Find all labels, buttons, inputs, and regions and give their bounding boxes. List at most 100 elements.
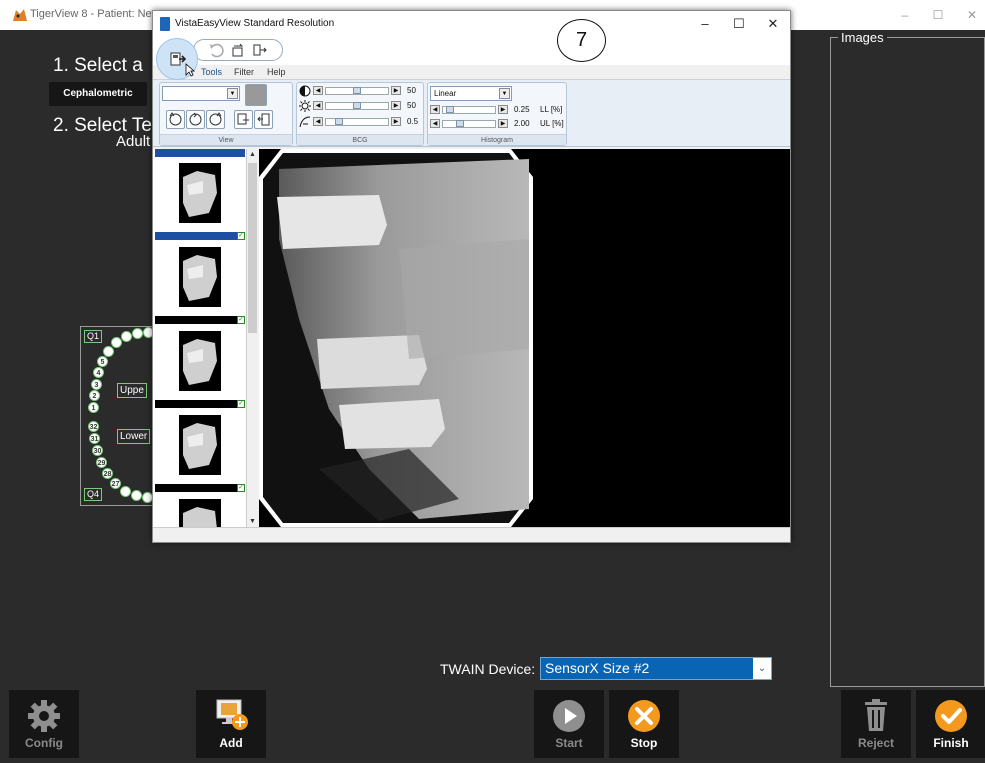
thumbnail-item[interactable] bbox=[155, 493, 245, 527]
contrast-slider[interactable]: ◀ ▶ bbox=[313, 86, 403, 96]
rotate-left-button[interactable] bbox=[166, 110, 185, 129]
tooth[interactable] bbox=[120, 486, 131, 497]
tooth[interactable]: 28 bbox=[102, 468, 113, 479]
twain-device-value: SensorX Size #2 bbox=[545, 660, 650, 676]
tooth[interactable]: 29 bbox=[96, 457, 107, 468]
tooth[interactable]: 30 bbox=[92, 445, 103, 456]
flip-vertical-button[interactable] bbox=[254, 110, 273, 129]
scroll-up-icon[interactable]: ▲ bbox=[247, 149, 258, 160]
reject-button[interactable]: Reject bbox=[841, 690, 911, 758]
thumbnail-image bbox=[179, 247, 221, 307]
thumbnail-selected-bar bbox=[155, 149, 245, 157]
ul-decrease[interactable]: ◀ bbox=[430, 119, 440, 128]
ll-increase[interactable]: ▶ bbox=[498, 105, 508, 114]
maximize-button[interactable]: ☐ bbox=[923, 5, 953, 25]
vev-maximize-button[interactable]: ☐ bbox=[722, 14, 756, 34]
checkmark-icon[interactable]: ✓ bbox=[237, 484, 245, 492]
rotate-180-button[interactable] bbox=[186, 110, 205, 129]
brightness-thumb[interactable] bbox=[353, 102, 361, 109]
tooth[interactable] bbox=[121, 331, 132, 342]
menu-tab-filter[interactable]: Filter bbox=[234, 67, 254, 77]
start-button[interactable]: Start bbox=[534, 690, 604, 758]
tooth[interactable]: 2 bbox=[89, 390, 100, 401]
upper-jaw-label[interactable]: Uppe bbox=[117, 383, 147, 398]
contrast-increase[interactable]: ▶ bbox=[391, 86, 401, 95]
tooth[interactable]: 1 bbox=[88, 402, 99, 413]
tooth[interactable] bbox=[132, 328, 143, 339]
brightness-increase[interactable]: ▶ bbox=[391, 101, 401, 110]
rotate-right-icon bbox=[209, 112, 222, 126]
tooth[interactable]: 5 bbox=[97, 356, 108, 367]
brightness-decrease[interactable]: ◀ bbox=[313, 101, 323, 110]
add-button[interactable]: Add bbox=[196, 690, 266, 758]
rotate-right-button[interactable] bbox=[206, 110, 225, 129]
menu-tab-tools[interactable]: Tools bbox=[201, 67, 222, 77]
ll-decrease[interactable]: ◀ bbox=[430, 105, 440, 114]
finish-button[interactable]: Finish bbox=[916, 690, 985, 758]
undo-icon[interactable] bbox=[208, 42, 224, 58]
gamma-slider[interactable]: ◀ ▶ bbox=[313, 117, 403, 127]
vev-minimize-button[interactable]: – bbox=[688, 14, 722, 34]
vistaeasyview-titlebar[interactable]: VistaEasyView Standard Resolution – ☐ ✕ bbox=[153, 11, 790, 37]
gamma-increase[interactable]: ▶ bbox=[391, 117, 401, 126]
xray-image-viewer[interactable] bbox=[259, 149, 790, 527]
contrast-decrease[interactable]: ◀ bbox=[313, 86, 323, 95]
flip-horizontal-button[interactable] bbox=[234, 110, 253, 129]
thumbnail-item[interactable]: ✓ bbox=[155, 241, 245, 324]
vev-close-button[interactable]: ✕ bbox=[756, 14, 790, 34]
gear-icon bbox=[28, 700, 60, 732]
tooth[interactable]: 3 bbox=[91, 379, 102, 390]
tooth[interactable]: 4 bbox=[93, 367, 104, 378]
brightness-slider[interactable]: ◀ ▶ bbox=[313, 101, 403, 111]
gamma-icon bbox=[299, 116, 311, 128]
tooth[interactable] bbox=[111, 337, 122, 348]
twain-device-select[interactable]: SensorX Size #2 ⌄ bbox=[540, 657, 772, 680]
flip-vertical-icon bbox=[257, 113, 270, 126]
cephalometric-button[interactable]: Cephalometric bbox=[49, 82, 147, 106]
ll-slider[interactable]: ◀ ▶ bbox=[430, 105, 510, 115]
ll-thumb[interactable] bbox=[446, 106, 454, 113]
thumbnail-strip: ✓ ✓ ✓ ✓ bbox=[153, 149, 258, 527]
gamma-decrease[interactable]: ◀ bbox=[313, 117, 323, 126]
ul-increase[interactable]: ▶ bbox=[498, 119, 508, 128]
lower-jaw-label[interactable]: Lower bbox=[117, 429, 151, 444]
thumbnail-image bbox=[179, 163, 221, 223]
tooth[interactable]: 32 bbox=[88, 421, 99, 432]
close-button[interactable]: ✕ bbox=[957, 5, 985, 25]
menu-tab-help[interactable]: Help bbox=[267, 67, 286, 77]
image-preset-button[interactable] bbox=[245, 84, 267, 106]
thumbnail-scrollbar[interactable]: ▲ ▼ bbox=[246, 149, 258, 527]
scroll-down-icon[interactable]: ▼ bbox=[247, 516, 258, 527]
rotate-tool-icon[interactable] bbox=[230, 42, 246, 58]
checkmark-icon[interactable]: ✓ bbox=[237, 400, 245, 408]
scroll-thumb[interactable] bbox=[248, 163, 257, 333]
tooth[interactable] bbox=[103, 346, 114, 357]
gamma-thumb[interactable] bbox=[335, 118, 343, 125]
tigerview-app-icon bbox=[13, 9, 27, 21]
images-panel bbox=[830, 37, 985, 687]
thumbnail-item[interactable]: ✓ bbox=[155, 325, 245, 408]
tooth[interactable]: 27 bbox=[110, 478, 121, 489]
acquire-orb-button[interactable] bbox=[156, 38, 198, 80]
thumbnail-item[interactable]: ✓ bbox=[155, 409, 245, 492]
tooth[interactable] bbox=[131, 490, 142, 501]
stop-button[interactable]: Stop bbox=[609, 690, 679, 758]
gamma-value: 0.5 bbox=[407, 117, 419, 126]
contrast-thumb[interactable] bbox=[353, 87, 361, 94]
chevron-down-icon[interactable]: ⌄ bbox=[753, 658, 771, 679]
export-tool-icon[interactable] bbox=[252, 42, 268, 58]
trash-icon bbox=[865, 699, 887, 731]
checkmark-icon[interactable]: ✓ bbox=[237, 316, 245, 324]
checkmark-icon[interactable]: ✓ bbox=[237, 232, 245, 240]
thumbnail-item[interactable]: ✓ bbox=[155, 157, 245, 240]
tooth[interactable]: 31 bbox=[89, 433, 100, 444]
config-button[interactable]: Config bbox=[9, 690, 79, 758]
ul-thumb[interactable] bbox=[456, 120, 464, 127]
minimize-button[interactable]: – bbox=[890, 5, 920, 25]
thumbnail-image bbox=[179, 331, 221, 391]
ul-slider[interactable]: ◀ ▶ bbox=[430, 119, 510, 129]
view-select[interactable]: ▼ bbox=[162, 86, 240, 101]
dental-xray-image bbox=[259, 149, 533, 527]
histogram-mode-select[interactable]: Linear ▼ bbox=[430, 86, 512, 101]
quadrant-q4-label: Q4 bbox=[84, 488, 103, 501]
